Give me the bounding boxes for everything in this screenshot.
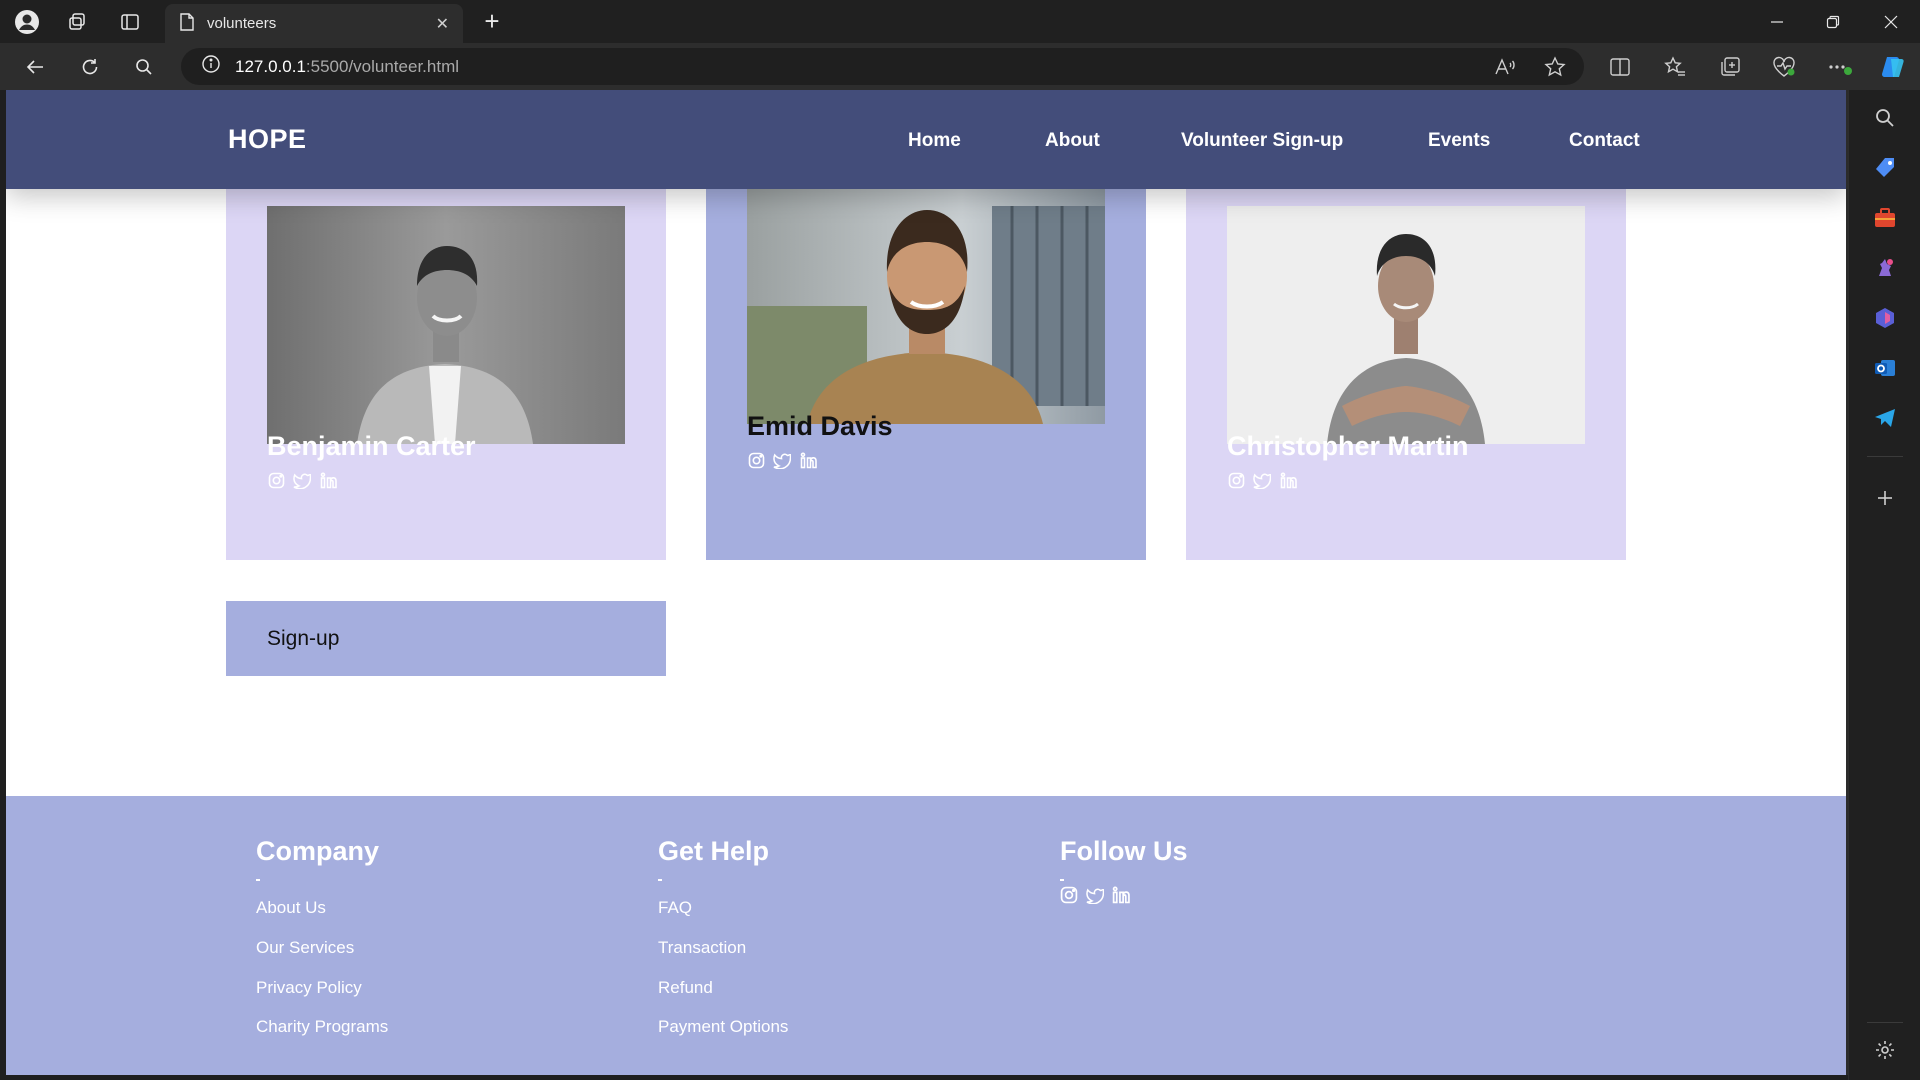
games-chess-icon[interactable] — [1871, 254, 1899, 282]
footer-link[interactable]: Payment Options — [658, 1017, 788, 1037]
heading-underline — [1060, 879, 1064, 881]
tools-briefcase-icon[interactable] — [1871, 204, 1899, 232]
footer-heading: Get Help — [658, 836, 770, 866]
close-window-icon[interactable] — [1864, 0, 1918, 43]
workspaces-icon[interactable] — [63, 8, 91, 36]
nav-events[interactable]: Events — [1428, 130, 1490, 152]
collections-icon[interactable] — [1715, 52, 1745, 82]
heading-underline — [256, 879, 260, 881]
new-tab-icon[interactable]: + — [478, 8, 506, 36]
twitter-icon[interactable] — [773, 451, 791, 469]
sidebar-divider — [1867, 1022, 1903, 1023]
footer-social-links — [1060, 886, 1130, 904]
read-aloud-icon[interactable] — [1490, 52, 1520, 82]
instagram-icon[interactable] — [747, 451, 765, 469]
volunteer-name: Christopher Martin — [1227, 431, 1469, 461]
sidebar-divider — [1867, 456, 1903, 457]
footer-link[interactable]: FAQ — [658, 898, 692, 918]
site-logo[interactable]: HOPE — [228, 124, 307, 155]
footer-link[interactable]: About Us — [256, 898, 326, 918]
minimize-icon[interactable] — [1750, 0, 1804, 43]
profile-icon[interactable] — [13, 8, 41, 36]
sidebar-search-icon[interactable] — [1871, 104, 1899, 132]
footer-follow-column: Follow Us — [1060, 836, 1188, 904]
volunteer-name: Benjamin Carter — [267, 431, 476, 461]
linkedin-icon[interactable] — [1112, 886, 1130, 904]
microsoft-365-icon[interactable] — [1871, 304, 1899, 332]
nav-about[interactable]: About — [1045, 130, 1100, 152]
tab-actions-icon[interactable] — [116, 8, 144, 36]
linkedin-icon[interactable] — [1279, 471, 1297, 489]
volunteer-social-links — [267, 471, 337, 489]
favorite-star-icon[interactable] — [1540, 52, 1570, 82]
send-telegram-icon[interactable] — [1871, 404, 1899, 432]
url-path: :5500/volunteer.html — [305, 56, 460, 76]
linkedin-icon[interactable] — [799, 451, 817, 469]
footer-heading: Follow Us — [1060, 836, 1188, 866]
reload-icon[interactable] — [75, 52, 105, 82]
favorites-icon[interactable] — [1660, 52, 1690, 82]
volunteer-name: Emid Davis — [747, 411, 893, 441]
footer-link[interactable]: Transaction — [658, 938, 746, 958]
instagram-icon[interactable] — [267, 471, 285, 489]
sidebar-settings-gear-icon[interactable] — [1871, 1036, 1899, 1064]
volunteer-photo — [267, 206, 625, 444]
browser-essentials-icon[interactable] — [1769, 52, 1799, 82]
footer-help-column: Get Help FAQ Transaction Refund Payment … — [658, 836, 788, 1036]
footer-link[interactable]: Charity Programs — [256, 1017, 388, 1037]
site-info-icon[interactable] — [201, 54, 221, 79]
restore-icon[interactable] — [1806, 0, 1860, 43]
footer-link[interactable]: Our Services — [256, 938, 354, 958]
page-viewport: HOPE Home About Volunteer Sign-up Events… — [6, 90, 1846, 1075]
outlook-icon[interactable] — [1871, 354, 1899, 382]
nav-home[interactable]: Home — [908, 130, 961, 152]
footer-link[interactable]: Privacy Policy — [256, 978, 362, 998]
nav-contact[interactable]: Contact — [1569, 130, 1640, 152]
volunteer-card: Christopher Martin — [1186, 170, 1626, 560]
browser-tab-bar: volunteers ✕ + — [0, 0, 1920, 43]
more-options-icon[interactable] — [1825, 52, 1855, 82]
site-header: HOPE Home About Volunteer Sign-up Events… — [6, 90, 1846, 189]
twitter-icon[interactable] — [293, 471, 311, 489]
nav-volunteer-signup[interactable]: Volunteer Sign-up — [1181, 130, 1343, 152]
volunteer-photo — [1227, 206, 1585, 444]
shopping-tag-icon[interactable] — [1871, 154, 1899, 182]
tab-title: volunteers — [207, 15, 277, 32]
close-tab-icon[interactable]: ✕ — [436, 14, 449, 34]
footer-heading: Company — [256, 836, 380, 866]
copilot-icon[interactable] — [1878, 52, 1908, 82]
volunteer-card: Benjamin Carter — [226, 170, 666, 560]
volunteer-photo — [747, 186, 1105, 424]
url-host: 127.0.0.1 — [235, 56, 306, 76]
footer-link[interactable]: Refund — [658, 978, 713, 998]
add-sidebar-app-icon[interactable] — [1871, 484, 1899, 512]
heading-underline — [658, 879, 662, 881]
address-bar-row: 127.0.0.1:5500/volunteer.html — [0, 43, 1920, 90]
page-file-icon — [179, 12, 195, 35]
twitter-icon[interactable] — [1086, 886, 1104, 904]
split-screen-icon[interactable] — [1605, 52, 1635, 82]
search-icon[interactable] — [129, 52, 159, 82]
back-icon[interactable] — [20, 52, 50, 82]
instagram-icon[interactable] — [1227, 471, 1245, 489]
linkedin-icon[interactable] — [319, 471, 337, 489]
site-footer: Company About Us Our Services Privacy Po… — [6, 796, 1846, 1075]
twitter-icon[interactable] — [1253, 471, 1271, 489]
browser-tab[interactable]: volunteers ✕ — [165, 4, 463, 43]
url-field[interactable]: 127.0.0.1:5500/volunteer.html — [181, 48, 1584, 85]
signup-button[interactable]: Sign-up — [226, 601, 666, 676]
footer-company-column: Company About Us Our Services Privacy Po… — [256, 836, 388, 1036]
volunteer-social-links — [1227, 471, 1297, 489]
instagram-icon[interactable] — [1060, 886, 1078, 904]
volunteer-social-links — [747, 451, 817, 469]
volunteer-card-highlighted: Emid Davis — [706, 170, 1146, 560]
browser-sidebar — [1848, 90, 1920, 1080]
